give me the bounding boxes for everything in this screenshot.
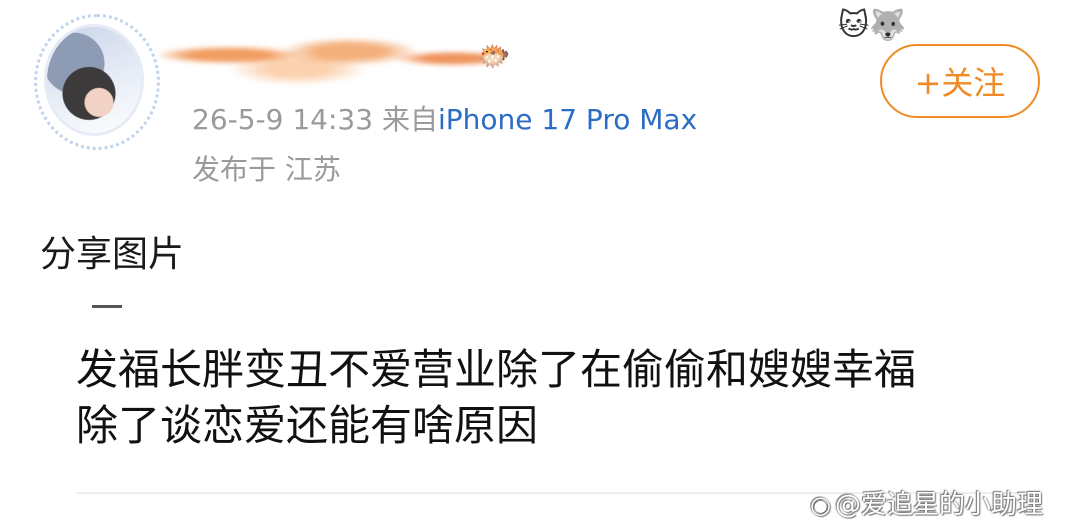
image-text-line-2: 除了谈恋爱还能有啥原因 bbox=[76, 401, 539, 450]
follow-button-label: +关注 bbox=[914, 64, 1006, 102]
watermark: ◉ @爱追星的小助理 bbox=[810, 488, 1043, 522]
image-text-line-1: 发福长胖变丑不爱营业除了在偷偷和嫂嫂幸福 bbox=[76, 345, 917, 394]
source-device[interactable]: iPhone 17 Pro Max bbox=[438, 103, 697, 136]
source-prefix: 来自 bbox=[381, 103, 438, 136]
post-meta: 26-5-9 14:33 来自iPhone 17 Pro Max bbox=[192, 100, 697, 140]
post-location: 发布于 江苏 bbox=[192, 153, 341, 186]
post-timestamp: 26-5-9 14:33 bbox=[192, 103, 374, 136]
watermark-text: @爱追星的小助理 bbox=[834, 490, 1043, 520]
fish-icon: 🐡 bbox=[478, 42, 511, 72]
avatar[interactable] bbox=[44, 24, 144, 136]
username-redacted[interactable] bbox=[160, 20, 505, 90]
shared-image[interactable]: 发福长胖变丑不爱营业除了在偷偷和嫂嫂幸福 除了谈恋爱还能有啥原因 bbox=[76, 342, 1036, 454]
weibo-icon: ◉ bbox=[810, 491, 831, 519]
cat-dog-decoration-icon: 🐱🐺 bbox=[838, 8, 907, 43]
post-text: 分享图片 bbox=[40, 234, 185, 275]
quote-dash bbox=[92, 305, 122, 308]
follow-button[interactable]: +关注 bbox=[880, 44, 1040, 118]
